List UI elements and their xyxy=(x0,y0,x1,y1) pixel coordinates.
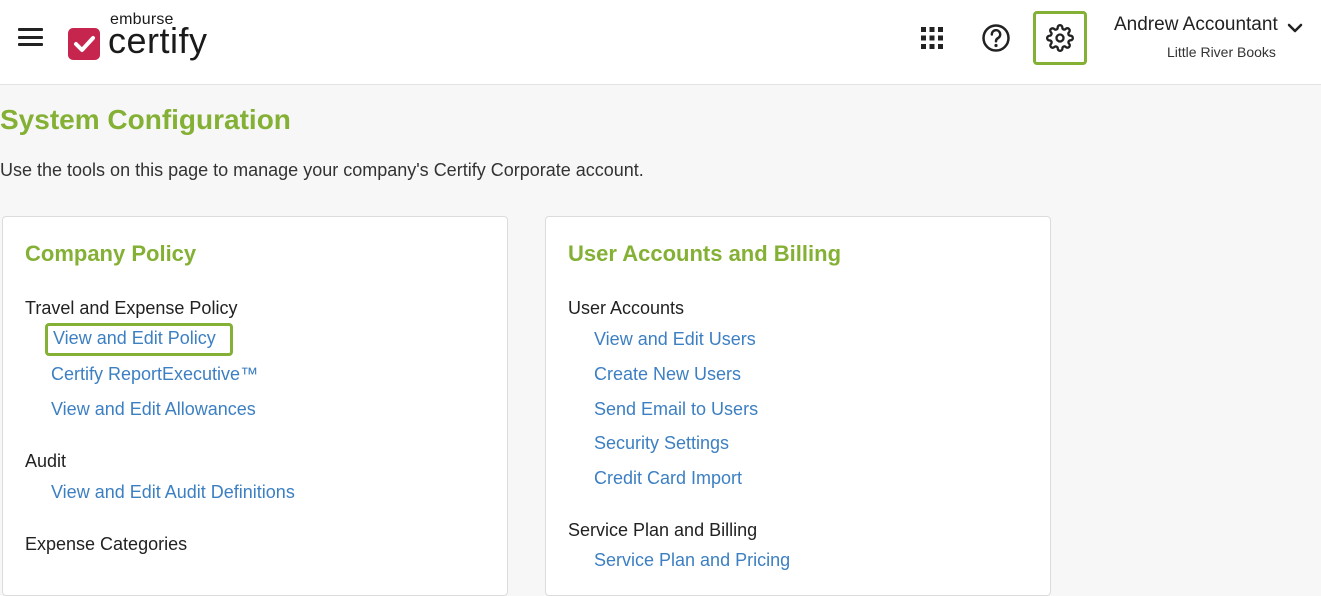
view-edit-users-link[interactable]: View and Edit Users xyxy=(594,329,756,350)
chevron-down-icon xyxy=(1287,21,1303,39)
certify-logo[interactable]: emburse certify xyxy=(68,10,228,66)
view-edit-audit-definitions-link[interactable]: View and Edit Audit Definitions xyxy=(51,482,295,503)
settings-button[interactable] xyxy=(1033,11,1087,65)
page-description: Use the tools on this page to manage you… xyxy=(0,160,644,180)
section-title: Audit xyxy=(25,451,67,471)
view-edit-policy-link[interactable]: View and Edit Policy xyxy=(45,323,233,356)
menu-icon[interactable] xyxy=(18,28,43,46)
section-title: Travel and Expense Policy xyxy=(25,298,238,318)
help-icon[interactable] xyxy=(976,18,1016,58)
security-settings-link[interactable]: Security Settings xyxy=(594,433,729,454)
user-accounts-billing-card: User Accounts and Billing User Accounts … xyxy=(545,216,1051,596)
service-plan-pricing-link[interactable]: Service Plan and Pricing xyxy=(594,550,790,571)
create-new-users-link[interactable]: Create New Users xyxy=(594,364,741,385)
user-company: Little River Books xyxy=(1167,44,1276,60)
report-executive-link[interactable]: Certify ReportExecutive™ xyxy=(51,364,258,385)
company-policy-card: Company Policy Travel and Expense Policy… xyxy=(2,216,508,596)
gear-icon xyxy=(1046,24,1074,52)
credit-card-import-link[interactable]: Credit Card Import xyxy=(594,468,742,489)
top-bar: emburse certify Andrew Accountant Little… xyxy=(0,0,1321,85)
user-name: Andrew Accountant xyxy=(1114,14,1278,35)
section-title: Service Plan and Billing xyxy=(568,520,758,540)
logo-certify-text: certify xyxy=(108,20,208,61)
view-edit-allowances-link[interactable]: View and Edit Allowances xyxy=(51,399,256,420)
page-title: System Configuration xyxy=(0,104,291,135)
user-menu[interactable]: Andrew Accountant Little River Books xyxy=(1114,14,1314,60)
checkmark-icon xyxy=(68,28,100,60)
card-title: Company Policy xyxy=(25,241,197,266)
apps-grid-icon[interactable] xyxy=(912,18,952,58)
section-title: User Accounts xyxy=(568,298,685,318)
section-title: Expense Categories xyxy=(25,534,188,554)
card-title: User Accounts and Billing xyxy=(568,241,842,266)
send-email-to-users-link[interactable]: Send Email to Users xyxy=(594,399,758,420)
